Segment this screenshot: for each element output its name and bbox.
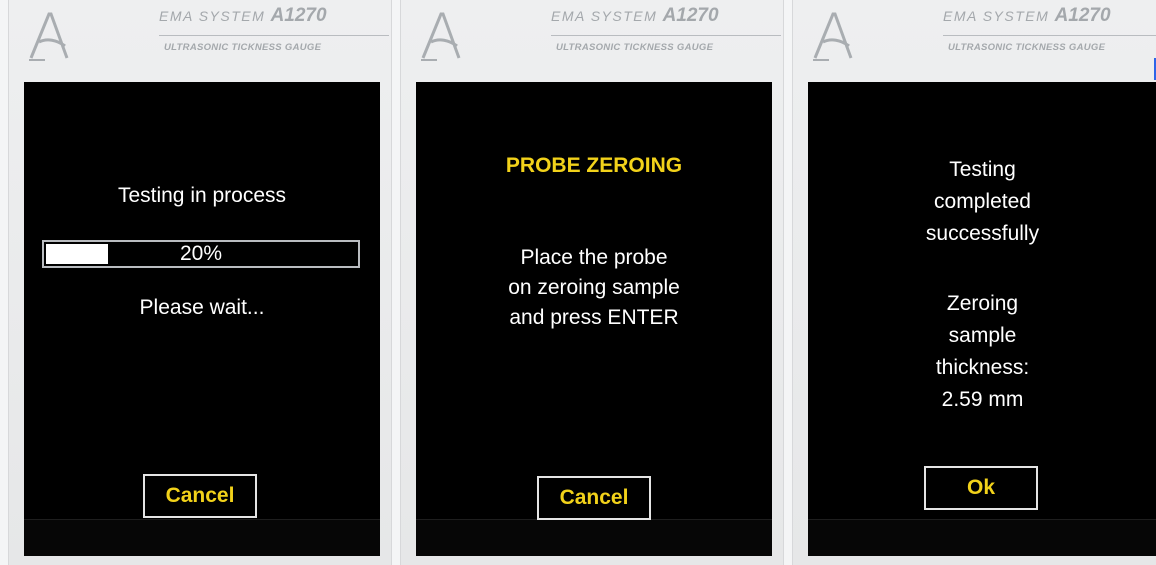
cancel-button[interactable]: Cancel <box>537 476 651 520</box>
result-line-2: completed <box>934 190 1031 213</box>
brand-prefix: EMA SYSTEM <box>551 8 658 24</box>
detail-line-3: thickness: <box>935 356 1030 379</box>
model-name: A1270 <box>1054 5 1111 26</box>
stylized-a-logo-icon <box>29 12 69 61</box>
brand-label: EMA SYSTEM A1270 <box>159 5 389 27</box>
model-name: A1270 <box>270 5 327 26</box>
header-rule <box>551 35 781 36</box>
display-screen: PROBE ZEROING Place the probe on zeroing… <box>416 82 772 556</box>
device-subtitle: ULTRASONIC TICKNESS GAUGE <box>556 42 714 53</box>
device-header: EMA SYSTEM A1270 ULTRASONIC TICKNESS GAU… <box>401 0 783 72</box>
device-panel-testing: EMA SYSTEM A1270 ULTRASONIC TICKNESS GAU… <box>8 0 392 565</box>
result-line-1: Testing <box>949 158 1016 181</box>
stylized-a-logo-icon <box>421 12 461 61</box>
bottom-band <box>808 519 1156 556</box>
device-subtitle: ULTRASONIC TICKNESS GAUGE <box>164 42 322 53</box>
device-panel-completed: EMA SYSTEM A1270 ULTRASONIC TICKNESS GAU… <box>792 0 1156 565</box>
display-screen: Testing in process 20% Please wait... Ca… <box>24 82 380 556</box>
brand-prefix: EMA SYSTEM <box>159 8 266 24</box>
wait-message: Please wait... <box>139 296 265 319</box>
header-rule <box>159 35 389 36</box>
display-screen: Testing completed successfully Zeroing s… <box>808 82 1156 556</box>
instruction-line-3: and press ENTER <box>509 306 679 329</box>
header-rule <box>943 35 1156 36</box>
cancel-button[interactable]: Cancel <box>143 474 257 518</box>
device-header: EMA SYSTEM A1270 ULTRASONIC TICKNESS GAU… <box>793 0 1156 72</box>
instruction-line-1: Place the probe <box>520 246 668 269</box>
device-panel-zeroing: EMA SYSTEM A1270 ULTRASONIC TICKNESS GAU… <box>400 0 784 565</box>
model-name: A1270 <box>662 5 719 26</box>
device-header: EMA SYSTEM A1270 ULTRASONIC TICKNESS GAU… <box>9 0 391 72</box>
detail-line-1: Zeroing <box>946 292 1019 315</box>
brand-prefix: EMA SYSTEM <box>943 8 1050 24</box>
bottom-band <box>416 519 772 556</box>
progress-label: 20% <box>179 242 223 265</box>
instruction-line-2: on zeroing sample <box>508 276 680 299</box>
stylized-a-logo-icon <box>813 12 853 61</box>
brand-label: EMA SYSTEM A1270 <box>943 5 1156 27</box>
result-line-3: successfully <box>925 222 1040 245</box>
progress-bar: 20% <box>42 240 360 268</box>
status-title: Testing in process <box>117 184 287 207</box>
bottom-band <box>24 519 380 556</box>
probe-zeroing-title: PROBE ZEROING <box>505 154 683 177</box>
brand-label: EMA SYSTEM A1270 <box>551 5 781 27</box>
device-subtitle: ULTRASONIC TICKNESS GAUGE <box>948 42 1106 53</box>
ok-button[interactable]: Ok <box>924 466 1038 510</box>
thickness-value: 2.59 mm <box>941 388 1024 411</box>
detail-line-2: sample <box>948 324 1017 347</box>
